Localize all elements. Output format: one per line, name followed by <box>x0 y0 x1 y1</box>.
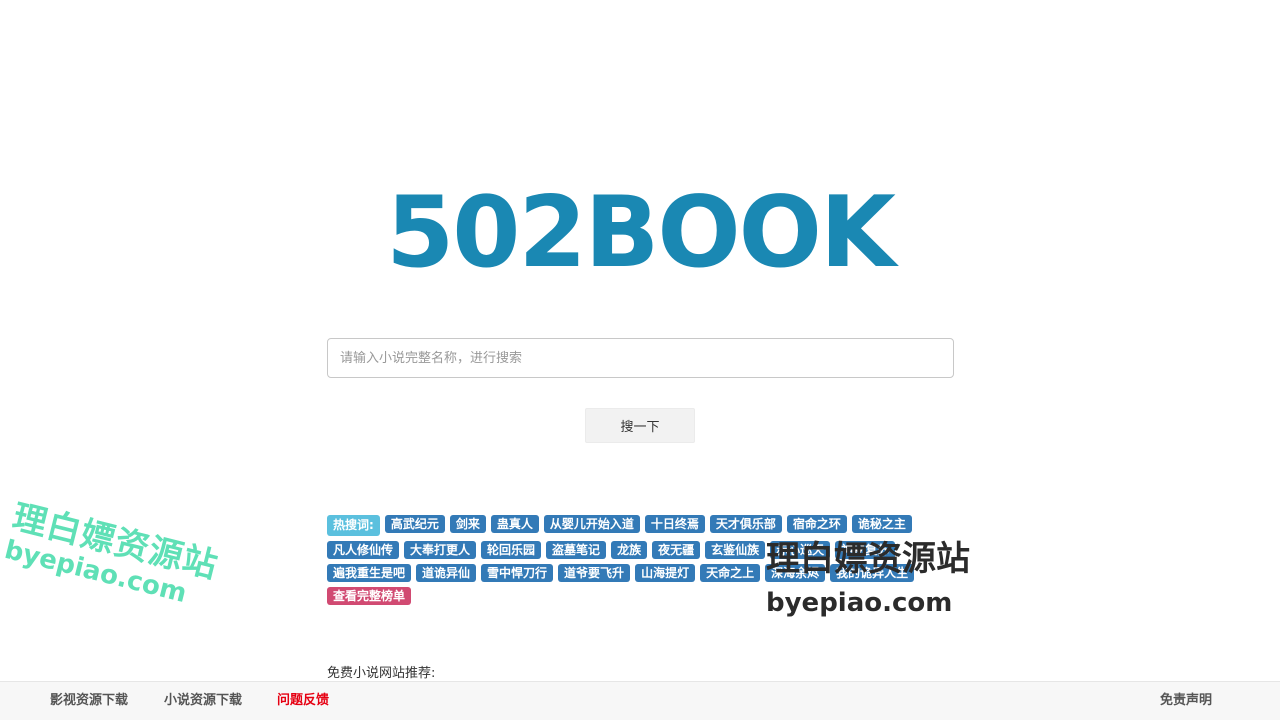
hot-tag[interactable]: 轮回乐园 <box>481 541 542 559</box>
hot-tag[interactable]: 诡秘之主 <box>851 515 912 533</box>
hot-tag[interactable]: 遍我重生是吧 <box>327 564 412 582</box>
footer-video-download-link[interactable]: 影视资源下载 <box>50 682 128 720</box>
hot-tag[interactable]: 从婴儿开始入道 <box>543 515 640 533</box>
hot-tag[interactable]: 山海提灯 <box>635 564 696 582</box>
search-input[interactable] <box>327 338 954 378</box>
hot-tag[interactable]: 大奉打更人 <box>404 541 477 559</box>
hot-tag[interactable]: 道爷要飞升 <box>558 564 631 582</box>
hot-search-label: 热搜词: <box>327 515 380 536</box>
site-logo[interactable]: 502BOOK <box>0 178 1280 288</box>
full-list-button[interactable]: 查看完整榜单 <box>327 587 412 605</box>
hot-tag[interactable]: 盗墓笔记 <box>546 541 607 559</box>
hot-tag[interactable]: 天命之上 <box>700 564 761 582</box>
hot-tag[interactable]: 剑来 <box>449 515 486 533</box>
footer-feedback-link[interactable]: 问题反馈 <box>277 682 329 720</box>
watermark-right: 理白嫖资源站 byepiao.com <box>766 538 970 619</box>
footer-bar: 影视资源下载 小说资源下载 问题反馈 免责声明 <box>0 681 1280 720</box>
hot-tag[interactable]: 高武纪元 <box>384 515 445 533</box>
footer-novel-download-link[interactable]: 小说资源下载 <box>164 682 242 720</box>
hot-tag[interactable]: 凡人修仙传 <box>327 541 400 559</box>
hot-tag[interactable]: 玄鉴仙族 <box>705 541 766 559</box>
hot-tag[interactable]: 夜无疆 <box>652 541 701 559</box>
search-button[interactable]: 搜一下 <box>585 408 695 443</box>
footer-disclaimer-link[interactable]: 免责声明 <box>1160 682 1212 720</box>
friend-links-label: 免费小说网站推荐: <box>327 666 436 681</box>
hot-tag[interactable]: 龙族 <box>611 541 648 559</box>
watermark-right-cn: 理白嫖资源站 <box>766 539 970 579</box>
watermark-left: 理白嫖资源站 byepiao.com <box>1 497 222 616</box>
watermark-right-en: byepiao.com <box>766 587 953 618</box>
hot-tag[interactable]: 蛊真人 <box>490 515 539 533</box>
hot-tag[interactable]: 天才俱乐部 <box>709 515 782 533</box>
hot-tag[interactable]: 宿命之环 <box>786 515 847 533</box>
hot-tag[interactable]: 雪中悍刀行 <box>481 564 554 582</box>
hot-tag[interactable]: 十日终焉 <box>644 515 705 533</box>
hot-tag[interactable]: 道诡异仙 <box>416 564 477 582</box>
